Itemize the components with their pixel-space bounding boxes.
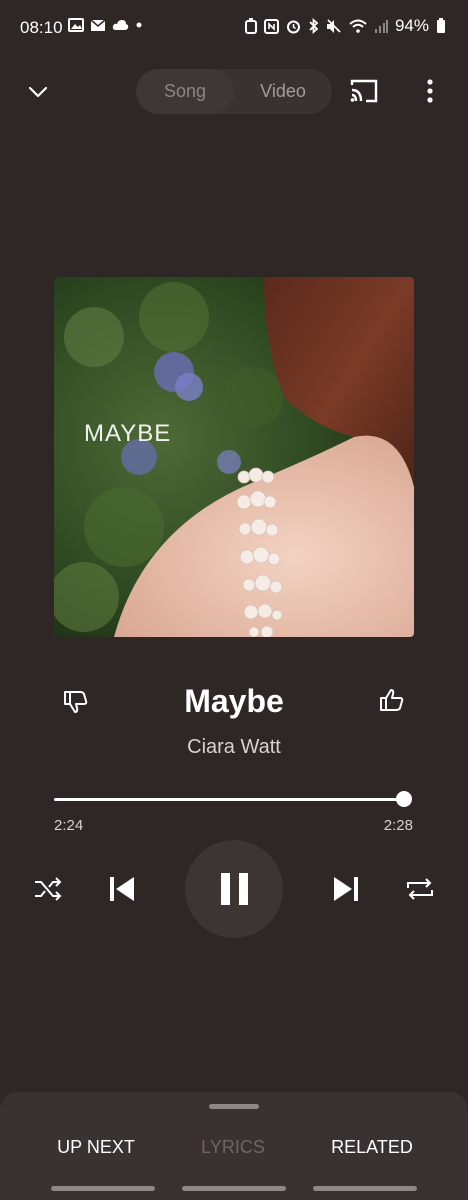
shuffle-icon [35, 877, 62, 901]
gesture-bar-right [313, 1186, 417, 1191]
cloud-icon [112, 20, 129, 30]
sheet-handle[interactable] [209, 1104, 259, 1109]
signal-icon [374, 20, 388, 33]
repeat-button[interactable] [404, 875, 436, 903]
gesture-bar-center [182, 1186, 286, 1191]
tab-lyrics[interactable]: LYRICS [173, 1137, 293, 1158]
more-options-button[interactable] [418, 78, 442, 104]
battery-percent: 94% [394, 16, 429, 35]
next-button[interactable] [331, 874, 361, 904]
album-art-text: MAYBE [84, 420, 172, 447]
pause-icon [221, 873, 248, 905]
progress-thumb[interactable] [396, 791, 412, 807]
tab-related[interactable]: RELATED [312, 1137, 432, 1158]
album-art [54, 277, 414, 637]
status-time: 08:10 [20, 18, 63, 37]
gesture-bar-left [51, 1186, 155, 1191]
status-bar: 08:10 94% [0, 0, 468, 56]
like-button[interactable] [378, 686, 406, 714]
album-art-image [54, 277, 414, 637]
progress-bar[interactable] [54, 798, 404, 801]
pause-button[interactable] [185, 840, 283, 938]
nfc-icon [263, 18, 279, 34]
wifi-icon [349, 19, 367, 33]
skip-previous-icon [110, 877, 134, 901]
system-icons: 94% [244, 16, 446, 36]
skip-next-icon [334, 877, 358, 901]
notification-icons [68, 18, 143, 32]
bluetooth-icon [309, 18, 319, 34]
cast-icon [350, 79, 378, 103]
previous-button[interactable] [107, 874, 137, 904]
mail-icon [90, 18, 106, 31]
gallery-icon [68, 18, 84, 32]
tab-song[interactable]: Song [136, 69, 234, 114]
elapsed-time: 2:24 [54, 817, 84, 834]
battery-saver-icon [244, 18, 257, 34]
dot-icon [136, 22, 142, 28]
battery-icon [437, 18, 445, 33]
tab-up-next[interactable]: UP NEXT [36, 1137, 156, 1158]
cast-button[interactable] [349, 78, 379, 104]
shuffle-button[interactable] [33, 875, 63, 903]
song-video-toggle[interactable]: Song Video [136, 69, 332, 114]
more-vert-icon [427, 79, 433, 103]
mute-icon [326, 18, 341, 33]
repeat-icon [407, 878, 433, 900]
minimize-button[interactable] [26, 80, 50, 104]
alarm-icon [286, 20, 300, 33]
tab-video[interactable]: Video [234, 69, 332, 114]
thumbs-up-icon [380, 689, 404, 711]
total-time: 2:28 [383, 817, 413, 834]
chevron-down-icon [28, 86, 48, 98]
artist-name[interactable]: Ciara Watt [0, 736, 468, 759]
